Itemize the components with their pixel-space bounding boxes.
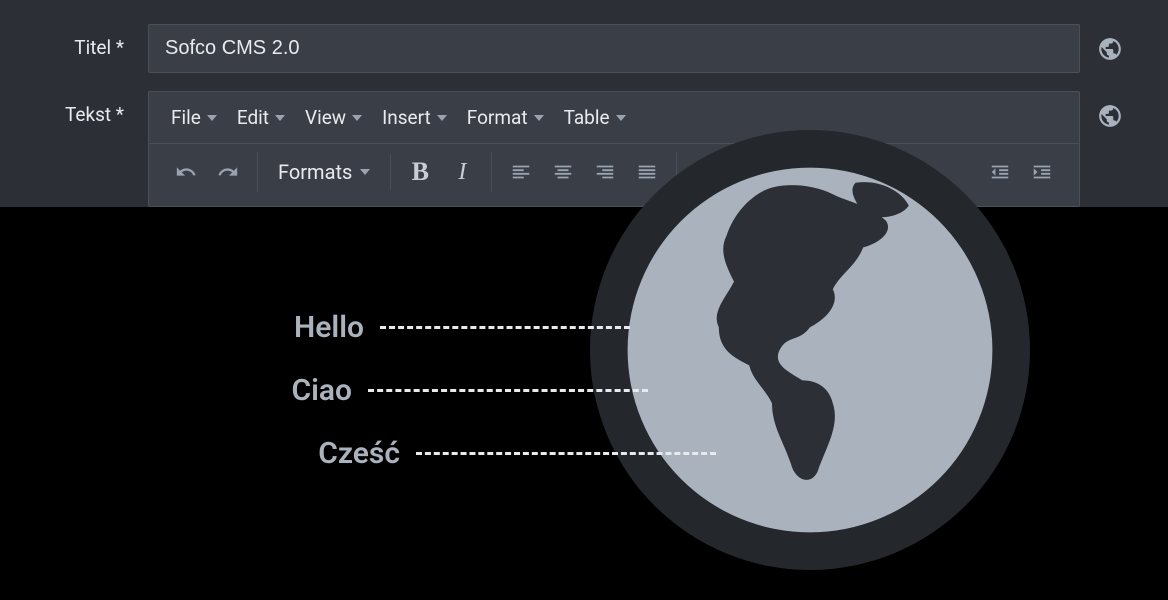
connector-line: [416, 452, 716, 455]
chevron-down-icon: [534, 115, 544, 121]
illustration-area: Hello Ciao Cześć: [0, 170, 1168, 600]
connector-line: [368, 389, 648, 392]
globe-icon[interactable]: [1097, 36, 1123, 62]
title-input[interactable]: [148, 24, 1080, 73]
title-field-wrap: [148, 24, 1080, 73]
editor-menubar: File Edit View Insert Format Table: [149, 92, 1079, 144]
title-row: Titel *: [28, 24, 1140, 73]
menu-edit[interactable]: Edit: [229, 100, 293, 135]
chevron-down-icon: [616, 115, 626, 121]
greetings-list: Hello Ciao Cześć: [280, 310, 716, 499]
connector-line: [380, 326, 630, 329]
greeting-row: Hello: [280, 310, 716, 345]
greeting-text: Hello: [280, 310, 364, 345]
greeting-text: Ciao: [280, 373, 352, 408]
globe-icon[interactable]: [1097, 103, 1123, 129]
chevron-down-icon: [207, 115, 217, 121]
menu-table[interactable]: Table: [556, 100, 634, 135]
chevron-down-icon: [437, 115, 447, 121]
menu-format[interactable]: Format: [459, 100, 552, 135]
chevron-down-icon: [352, 115, 362, 121]
chevron-down-icon: [275, 115, 285, 121]
menu-file[interactable]: File: [163, 100, 225, 135]
greeting-row: Ciao: [280, 373, 716, 408]
text-label: Tekst *: [28, 91, 148, 126]
menu-insert[interactable]: Insert: [374, 100, 455, 135]
title-lang-slot: [1080, 24, 1140, 62]
text-lang-slot: [1080, 91, 1140, 129]
greeting-row: Cześć: [280, 436, 716, 471]
greeting-text: Cześć: [304, 436, 400, 471]
title-label: Titel *: [28, 24, 148, 59]
menu-view[interactable]: View: [297, 100, 370, 135]
